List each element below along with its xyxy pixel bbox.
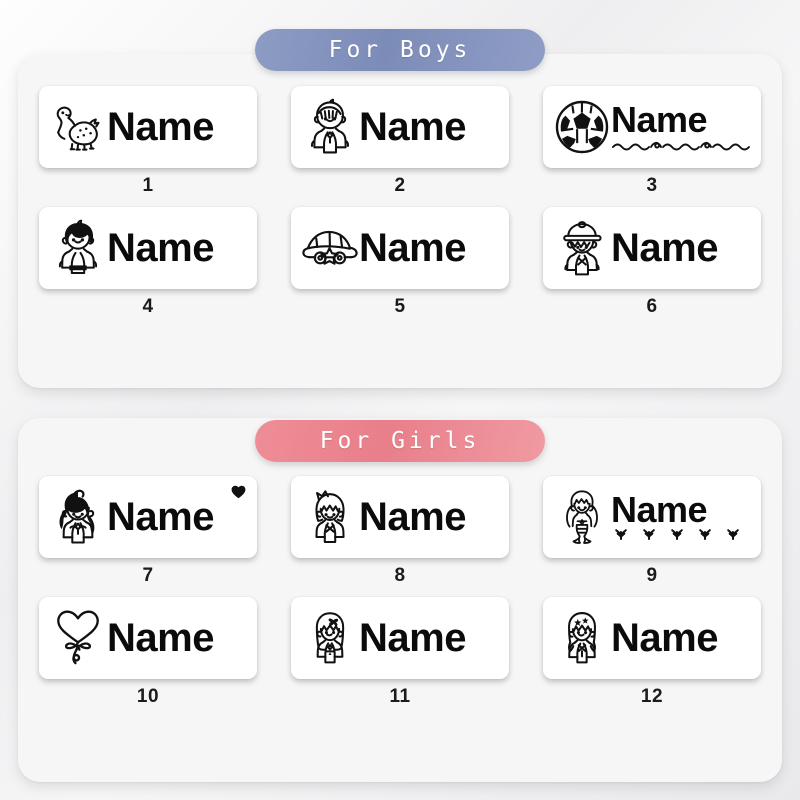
name-block: Name (611, 619, 755, 657)
name-block: Name (359, 229, 503, 267)
label-grid-boys: Name 1 Name 2 Name 3 Name 4 Name 5 Name … (0, 86, 800, 318)
name-label-card[interactable]: Name (543, 597, 761, 679)
label-item[interactable]: Name 12 (526, 597, 778, 708)
label-number: 5 (394, 296, 406, 317)
label-item[interactable]: Name 10 (22, 597, 274, 708)
boy-outline-icon (299, 96, 361, 158)
label-number: 7 (142, 565, 154, 586)
name-block: Name (359, 619, 503, 657)
name-label-card[interactable]: Name (543, 207, 761, 289)
name-label-card[interactable]: Name (39, 476, 257, 558)
label-number: 10 (136, 686, 160, 707)
label-item[interactable]: Name 4 (22, 207, 274, 318)
name-label-card[interactable]: Name (543, 476, 761, 558)
name-block: Name (107, 229, 251, 267)
section-banner-boys: For Boys (255, 29, 545, 71)
seaweed-row-decoration (611, 528, 755, 541)
label-number: 2 (394, 175, 406, 196)
boy-dark-hair-icon (47, 217, 109, 279)
name-text: Name (359, 229, 466, 267)
name-text: Name (611, 229, 718, 267)
name-text: Name (359, 108, 466, 146)
name-label-catalog-page: For Boys Name 1 Name 2 Name 3 Name 4 Nam… (0, 0, 800, 800)
label-number: 8 (394, 565, 406, 586)
heart-balloon-icon (47, 607, 109, 669)
name-block: Name (611, 103, 755, 151)
name-label-card[interactable]: Name (291, 86, 509, 168)
wavy-line-decoration (611, 138, 755, 151)
label-item[interactable]: Name 11 (274, 597, 526, 708)
princess-crown-icon (299, 486, 361, 548)
section-banner-girls-label: For Girls (319, 428, 481, 454)
label-item[interactable]: Name 1 (22, 86, 274, 197)
name-block: Name (611, 229, 755, 267)
name-block: Name (107, 498, 251, 536)
name-label-card[interactable]: Name (291, 597, 509, 679)
label-number: 4 (142, 296, 154, 317)
name-label-card[interactable]: Name (39, 207, 257, 289)
name-text: Name (107, 498, 214, 536)
name-label-card[interactable]: Name (543, 86, 761, 168)
heart-icon (231, 485, 246, 504)
label-item[interactable]: Name 7 (22, 476, 274, 587)
section-banner-girls: For Girls (255, 420, 545, 462)
girl-longhair-bow-icon (299, 607, 361, 669)
label-grid-girls: Name 7 Name 8 Name 9 Name 10 Name 11 Nam… (0, 476, 800, 708)
label-number: 11 (389, 686, 411, 707)
label-number: 6 (646, 296, 658, 317)
name-label-card[interactable]: Name (39, 597, 257, 679)
boy-cap-icon (551, 217, 613, 279)
name-text: Name (359, 619, 466, 657)
name-text: Name (611, 102, 708, 140)
name-label-card[interactable]: Name (291, 207, 509, 289)
label-number: 12 (640, 686, 664, 707)
name-block: Name (107, 108, 251, 146)
name-text: Name (107, 229, 214, 267)
label-number: 1 (142, 175, 154, 196)
mermaid-icon (551, 486, 613, 548)
label-item[interactable]: Name 3 (526, 86, 778, 197)
girl-stars-icon (551, 607, 613, 669)
name-label-card[interactable]: Name (291, 476, 509, 558)
name-text: Name (107, 108, 214, 146)
name-text: Name (611, 619, 718, 657)
soccer-ball-icon (551, 96, 613, 158)
label-item[interactable]: Name 9 (526, 476, 778, 587)
section-banner-boys-label: For Boys (328, 37, 472, 63)
name-block: Name (359, 498, 503, 536)
car-icon (299, 217, 361, 279)
name-text: Name (611, 492, 708, 530)
girl-pigtails-icon (47, 486, 109, 548)
name-block: Name (359, 108, 503, 146)
label-number: 3 (646, 175, 658, 196)
label-item[interactable]: Name 2 (274, 86, 526, 197)
name-text: Name (359, 498, 466, 536)
label-item[interactable]: Name 6 (526, 207, 778, 318)
name-label-card[interactable]: Name (39, 86, 257, 168)
label-item[interactable]: Name 8 (274, 476, 526, 587)
name-block: Name (107, 619, 251, 657)
dinosaur-icon (47, 96, 109, 158)
name-text: Name (107, 619, 214, 657)
name-block: Name (611, 493, 755, 541)
label-item[interactable]: Name 5 (274, 207, 526, 318)
label-number: 9 (646, 565, 658, 586)
